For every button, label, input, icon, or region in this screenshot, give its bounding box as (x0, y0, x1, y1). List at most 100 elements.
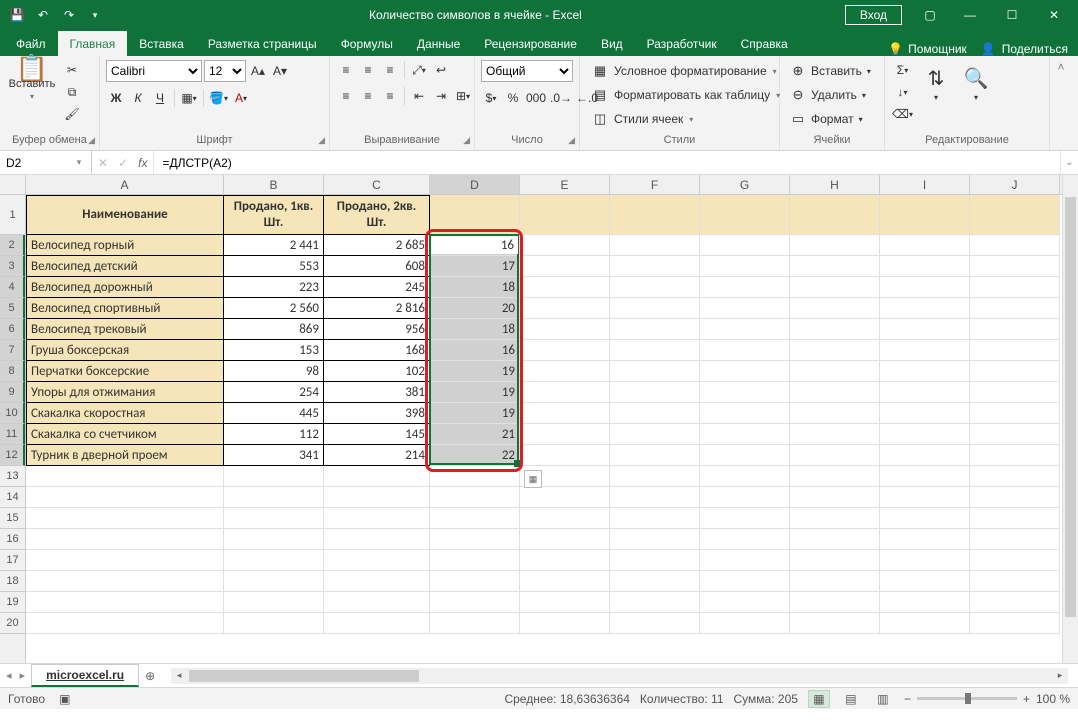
cell[interactable] (520, 382, 610, 403)
cell[interactable]: 98 (224, 361, 324, 382)
cell[interactable] (700, 382, 790, 403)
cell[interactable] (224, 613, 324, 634)
cell[interactable] (880, 592, 970, 613)
font-launcher-icon[interactable]: ◢ (318, 135, 325, 146)
fill-color-button[interactable]: 🪣▾ (208, 88, 229, 108)
name-box-input[interactable] (0, 156, 70, 170)
cell[interactable] (700, 277, 790, 298)
cell[interactable]: 168 (324, 340, 430, 361)
cell[interactable] (970, 195, 1060, 235)
cell[interactable] (700, 445, 790, 466)
cell[interactable]: 2 685 (324, 235, 430, 256)
accounting-format-button[interactable]: $▾ (481, 88, 501, 108)
sort-filter-button[interactable]: ⇅▾ (918, 66, 954, 102)
cell[interactable] (324, 550, 430, 571)
cell[interactable] (970, 487, 1060, 508)
cell[interactable]: 2 441 (224, 235, 324, 256)
cell[interactable]: 102 (324, 361, 430, 382)
decrease-indent-button[interactable]: ⇤ (409, 86, 429, 106)
wrap-text-button[interactable]: ↩ (431, 60, 451, 80)
redo-icon[interactable]: ↷ (58, 4, 80, 26)
clipboard-launcher-icon[interactable]: ◢ (88, 135, 95, 146)
cell[interactable] (610, 613, 700, 634)
cell[interactable] (610, 256, 700, 277)
cell[interactable] (430, 487, 520, 508)
enter-formula-icon[interactable]: ✓ (118, 156, 128, 170)
column-header-B[interactable]: B (224, 175, 324, 194)
autosum-button[interactable]: Σ▾ (891, 60, 914, 80)
cell[interactable] (880, 571, 970, 592)
cell[interactable] (700, 424, 790, 445)
cell[interactable] (224, 487, 324, 508)
column-header-C[interactable]: C (324, 175, 430, 194)
cell[interactable] (520, 256, 610, 277)
cell[interactable] (970, 256, 1060, 277)
row-header-11[interactable]: 11 (0, 424, 25, 445)
cell[interactable] (790, 613, 880, 634)
format-painter-button[interactable]: 🖌 (62, 104, 82, 124)
cell[interactable] (790, 235, 880, 256)
cell-selected[interactable]: 16 (430, 340, 520, 361)
comma-style-button[interactable]: 000 (525, 88, 547, 108)
column-header-D[interactable]: D (430, 175, 520, 194)
minimize-button[interactable]: — (950, 1, 990, 29)
cell[interactable] (430, 508, 520, 529)
cell[interactable] (790, 529, 880, 550)
cell[interactable] (26, 592, 224, 613)
row-header-17[interactable]: 17 (0, 550, 25, 571)
cell[interactable] (224, 571, 324, 592)
cell[interactable] (790, 403, 880, 424)
cell[interactable]: Перчатки боксерские (26, 361, 224, 382)
cell[interactable] (970, 298, 1060, 319)
merge-button[interactable]: ⊞▾ (453, 86, 473, 106)
cell[interactable] (700, 235, 790, 256)
cell[interactable] (880, 256, 970, 277)
insert-cells-button[interactable]: ⊕Вставить▾ (786, 60, 875, 82)
row-header-12[interactable]: 12 (0, 445, 25, 466)
cell[interactable] (520, 277, 610, 298)
align-left-button[interactable]: ≡ (336, 86, 356, 106)
cell[interactable] (26, 550, 224, 571)
page-layout-view-button[interactable]: ▤ (840, 690, 862, 708)
cell-selected[interactable]: 19 (430, 361, 520, 382)
cell[interactable]: 608 (324, 256, 430, 277)
cell[interactable] (970, 550, 1060, 571)
cell[interactable] (880, 361, 970, 382)
cell[interactable]: Велосипед детский (26, 256, 224, 277)
spreadsheet-grid[interactable]: ABCDEFGHIJ 12345678910111213141516171819… (0, 175, 1078, 663)
row-header-5[interactable]: 5 (0, 298, 25, 319)
column-header-G[interactable]: G (700, 175, 790, 194)
cell[interactable]: 869 (224, 319, 324, 340)
percent-button[interactable]: % (503, 88, 523, 108)
undo-icon[interactable]: ↶ (32, 4, 54, 26)
row-header-10[interactable]: 10 (0, 403, 25, 424)
align-middle-button[interactable]: ≡ (358, 60, 378, 80)
cell[interactable] (700, 319, 790, 340)
cell[interactable] (790, 571, 880, 592)
cell[interactable] (970, 340, 1060, 361)
cell[interactable] (880, 508, 970, 529)
increase-decimal-button[interactable]: .0→ (549, 88, 573, 108)
cell[interactable] (610, 235, 700, 256)
row-header-1[interactable]: 1 (0, 195, 25, 235)
conditional-formatting-button[interactable]: ▦Условное форматирование▾ (586, 60, 783, 82)
row-header-6[interactable]: 6 (0, 319, 25, 340)
column-header-A[interactable]: A (26, 175, 224, 194)
cut-button[interactable]: ✂ (62, 60, 82, 80)
cell[interactable] (790, 277, 880, 298)
cell[interactable] (970, 424, 1060, 445)
cell[interactable] (610, 403, 700, 424)
cell[interactable] (880, 277, 970, 298)
number-launcher-icon[interactable]: ◢ (568, 135, 575, 146)
cell[interactable] (880, 195, 970, 235)
header-cell[interactable]: Продано, 1кв. Шт. (224, 195, 324, 235)
alignment-launcher-icon[interactable]: ◢ (463, 135, 470, 146)
cell[interactable] (224, 592, 324, 613)
cell[interactable] (880, 382, 970, 403)
number-format-select[interactable]: Общий (481, 60, 573, 82)
cell[interactable] (970, 319, 1060, 340)
cell[interactable] (324, 487, 430, 508)
cell-selected[interactable]: 17 (430, 256, 520, 277)
format-as-table-button[interactable]: ▤Форматировать как таблицу▾ (586, 84, 786, 106)
row-header-16[interactable]: 16 (0, 529, 25, 550)
